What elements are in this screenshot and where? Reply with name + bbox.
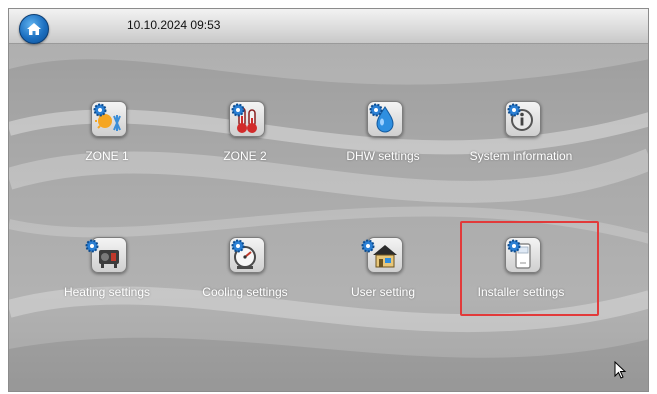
date-time: 10.10.2024 09:53 bbox=[127, 18, 221, 32]
gear-icon bbox=[85, 239, 99, 253]
zone-1-tile[interactable]: ZONE 1 bbox=[47, 101, 167, 181]
heating-settings-tile[interactable]: Heating settings bbox=[47, 237, 167, 317]
zone-2-tile[interactable]: ZONE 2 bbox=[185, 101, 305, 181]
user-setting-label: User setting bbox=[350, 285, 416, 299]
cooling-settings-icon bbox=[229, 237, 265, 273]
dhw-settings-tile[interactable]: DHW settings bbox=[323, 101, 443, 181]
touch-screen: 10.10.2024 09:53 ZONE 1 ZONE 2 DHW setti… bbox=[8, 8, 649, 392]
gear-icon bbox=[231, 239, 245, 253]
heating-settings-icon bbox=[85, 237, 127, 273]
dhw-settings-label: DHW settings bbox=[346, 149, 420, 163]
user-setting-tile[interactable]: User setting bbox=[323, 237, 443, 317]
wave-background bbox=[9, 9, 648, 391]
zone-2-icon bbox=[229, 101, 265, 137]
mouse-cursor-icon bbox=[614, 361, 627, 379]
top-bar: 10.10.2024 09:53 bbox=[9, 9, 648, 44]
zone-2-label: ZONE 2 bbox=[223, 149, 267, 163]
gear-icon bbox=[369, 103, 383, 117]
gear-icon bbox=[93, 103, 107, 117]
cooling-settings-label: Cooling settings bbox=[202, 285, 288, 299]
heating-settings-label: Heating settings bbox=[63, 285, 151, 299]
home-button[interactable] bbox=[19, 14, 49, 44]
system-information-label: System information bbox=[469, 149, 573, 163]
cooling-settings-tile[interactable]: Cooling settings bbox=[185, 237, 305, 317]
system-information-icon bbox=[505, 101, 541, 137]
home-icon bbox=[27, 23, 41, 35]
selection-highlight bbox=[460, 221, 599, 316]
gear-icon bbox=[361, 239, 375, 253]
zone-1-icon bbox=[91, 101, 127, 137]
system-information-tile[interactable]: System information bbox=[461, 101, 581, 181]
zone-1-label: ZONE 1 bbox=[85, 149, 129, 163]
gear-icon bbox=[231, 103, 245, 117]
gear-icon bbox=[507, 103, 521, 117]
user-setting-icon bbox=[361, 237, 403, 273]
dhw-settings-icon bbox=[367, 101, 403, 137]
